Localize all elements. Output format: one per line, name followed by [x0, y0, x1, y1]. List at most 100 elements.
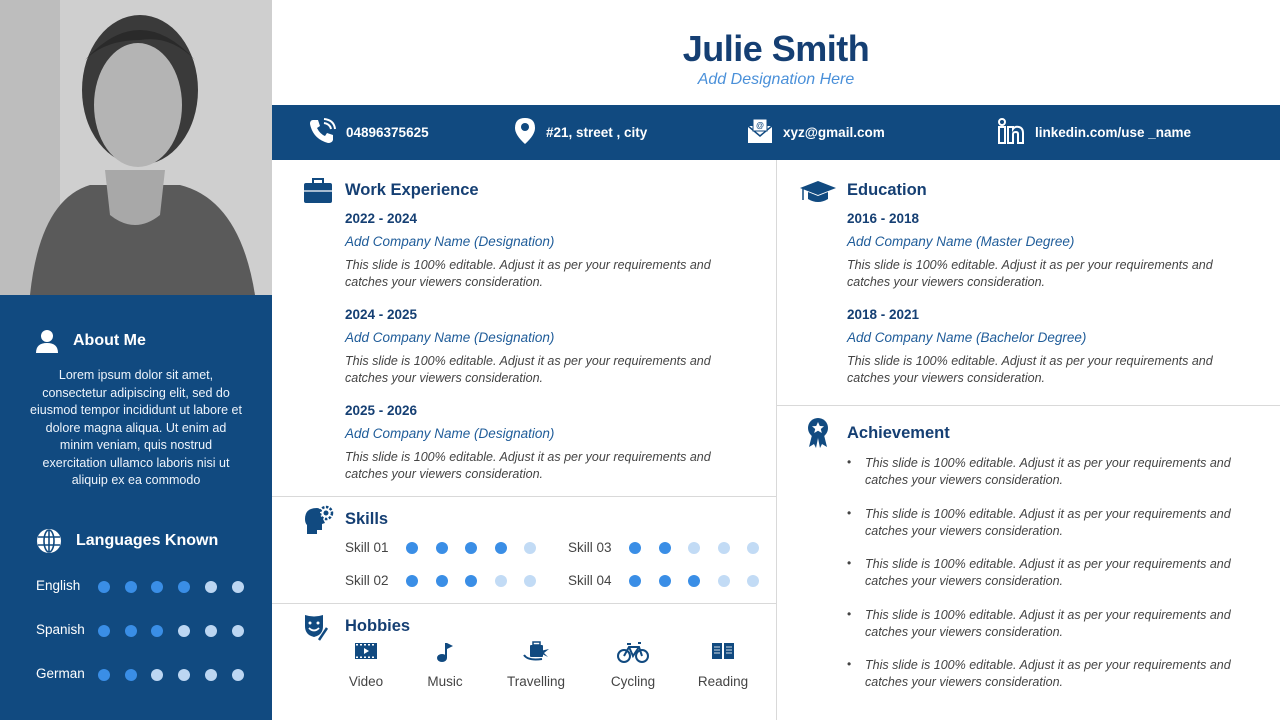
svg-text:@: @ [756, 121, 764, 130]
level-dot-empty [178, 625, 190, 637]
entry-description: This slide is 100% editable. Adjust it a… [345, 354, 711, 385]
achievement-item: This slide is 100% editable. Adjust it a… [865, 557, 1231, 588]
level-dot-filled [465, 542, 477, 554]
location-pin-icon [514, 117, 536, 148]
graduation-cap-icon [799, 180, 837, 209]
achievement-item: This slide is 100% editable. Adjust it a… [865, 658, 1231, 689]
level-dot-empty [178, 669, 190, 681]
level-dot-empty [747, 542, 759, 554]
user-icon [36, 329, 58, 358]
divider [776, 405, 1280, 406]
language-label: Spanish [36, 622, 85, 637]
entry-date: 2024 - 2025 [345, 307, 418, 322]
level-dot-filled [125, 669, 137, 681]
level-dot-filled [98, 669, 110, 681]
skills-title: Skills [345, 510, 389, 528]
hobby-label: Cycling [610, 674, 656, 689]
level-dot-filled [658, 575, 671, 587]
skill-label: Skill 03 [568, 540, 612, 555]
email-icon: @ [747, 118, 773, 147]
level-dot-empty [524, 542, 536, 554]
level-dot-filled [178, 581, 190, 593]
linkedin-url[interactable]: linkedin.com/use _name [1035, 125, 1191, 140]
contact-address: #21, street , city [514, 105, 647, 160]
award-ribbon-icon [807, 417, 829, 454]
level-dot-empty [205, 669, 217, 681]
theater-mask-icon [303, 613, 329, 646]
candidate-name: Julie Smith [682, 28, 870, 69]
bullet: • [847, 657, 852, 671]
achievement-title: Achievement [847, 424, 950, 442]
language-label: English [36, 578, 81, 593]
level-dot-filled [658, 542, 671, 554]
entry-description: This slide is 100% editable. Adjust it a… [847, 258, 1213, 289]
skill-label: Skill 01 [345, 540, 389, 555]
level-dot-empty [205, 625, 217, 637]
bullet: • [847, 455, 852, 469]
level-dot-filled [406, 542, 418, 554]
level-dot-empty [232, 625, 244, 637]
entry-date: 2022 - 2024 [345, 211, 418, 226]
hobbies-title: Hobbies [345, 617, 411, 635]
level-dot-filled [494, 542, 507, 554]
level-dot-filled [465, 575, 477, 587]
phone-icon [308, 117, 336, 148]
hobby-label: Reading [697, 674, 749, 689]
designation: Add Designation Here [697, 71, 855, 88]
book-icon [707, 641, 739, 666]
travel-luggage-icon [520, 641, 552, 668]
level-dot-filled [435, 575, 448, 587]
contact-email: @ xyz@gmail.com [747, 105, 885, 160]
contact-phone: 04896375625 [308, 105, 429, 160]
level-dot-empty [688, 542, 700, 554]
skill-label: Skill 04 [568, 573, 612, 588]
contact-linkedin: linkedin.com/use _name [997, 105, 1191, 160]
level-dot-empty [494, 575, 507, 587]
music-note-icon [429, 641, 461, 668]
skill-label: Skill 02 [345, 573, 389, 588]
divider [272, 496, 776, 497]
achievement-item: This slide is 100% editable. Adjust it a… [865, 506, 1231, 538]
languages-title: Languages Known [76, 532, 219, 549]
level-dot-filled [151, 581, 163, 593]
entry-company: Add Company Name (Designation) [345, 234, 555, 249]
email-address[interactable]: xyz@gmail.com [783, 125, 885, 140]
level-dot-filled [98, 625, 110, 637]
work-experience-title: Work Experience [345, 181, 479, 199]
linkedin-icon [997, 117, 1025, 148]
bicycle-icon [617, 641, 649, 668]
briefcase-icon [303, 178, 333, 209]
globe-icon [36, 528, 62, 559]
hobby-label: Video [348, 674, 384, 689]
hobby-label: Travelling [506, 674, 566, 689]
column-divider [776, 160, 777, 720]
level-dot-filled [629, 575, 641, 587]
head-gear-icon [303, 505, 335, 540]
level-dot-empty [232, 581, 244, 593]
bullet: • [847, 606, 852, 621]
level-dot-empty [151, 669, 163, 681]
entry-company: Add Company Name (Designation) [345, 330, 555, 345]
level-dot-filled [406, 575, 418, 587]
level-dot-empty [232, 669, 244, 681]
level-dot-filled [688, 575, 700, 587]
phone-number: 04896375625 [346, 125, 429, 140]
about-me-text: Lorem ipsum dolor sit amet, consectetur … [30, 368, 242, 487]
level-dot-filled [125, 625, 137, 637]
level-dot-filled [125, 581, 137, 593]
level-dot-filled [435, 542, 448, 554]
bullet: • [847, 505, 852, 520]
address: #21, street , city [546, 125, 648, 140]
entry-description: This slide is 100% editable. Adjust it a… [847, 354, 1213, 385]
entry-description: This slide is 100% editable. Adjust it a… [345, 450, 711, 481]
profile-photo [0, 0, 272, 295]
level-dot-filled [629, 542, 641, 554]
level-dot-filled [151, 625, 163, 637]
level-dot-empty [717, 575, 730, 587]
bullet: • [847, 556, 852, 570]
entry-company: Add Company Name (Bachelor Degree) [847, 330, 1087, 345]
entry-company: Add Company Name (Designation) [345, 426, 555, 441]
level-dot-empty [205, 581, 217, 593]
entry-description: This slide is 100% editable. Adjust it a… [345, 258, 711, 289]
level-dot-filled [98, 581, 110, 593]
